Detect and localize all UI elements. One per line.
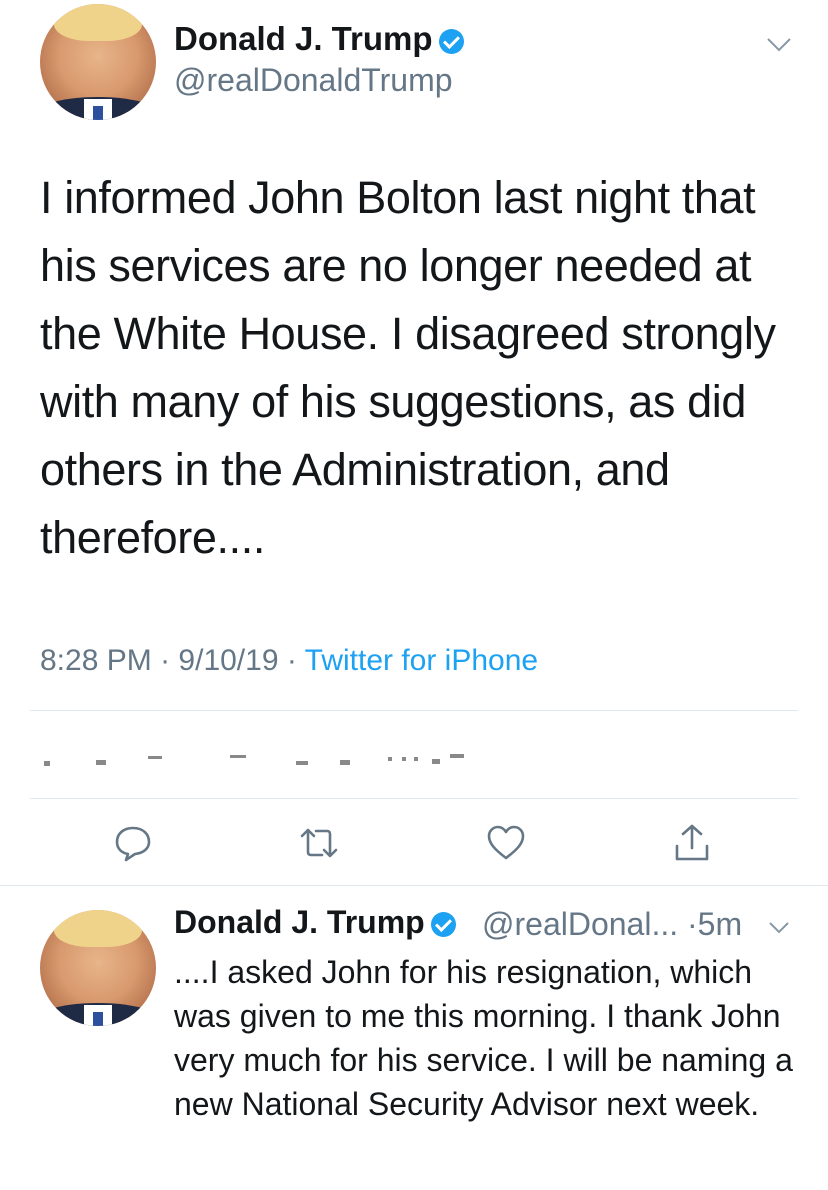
avatar-hair <box>53 910 143 948</box>
reply-age: 5m <box>697 906 743 942</box>
meta-separator: · <box>160 644 171 677</box>
avatar[interactable] <box>40 4 156 120</box>
avatar-hair <box>53 4 143 42</box>
reply-avatar[interactable] <box>40 910 156 1026</box>
reply-display-name-label: Donald J. Trump <box>174 904 425 940</box>
heart-icon[interactable] <box>485 822 527 864</box>
tweet-text: I informed John Bolton last night that h… <box>40 172 776 563</box>
blurred-stats-row <box>44 754 464 766</box>
verified-badge-icon <box>438 28 464 54</box>
divider <box>30 710 798 711</box>
chevron-down-icon[interactable] <box>768 920 790 936</box>
user-handle[interactable]: @realDonaldTrump <box>174 62 453 99</box>
retweet-icon[interactable] <box>298 822 340 864</box>
reply-handle-label: @realDonal... <box>482 906 679 942</box>
reply-handle[interactable]: @realDonal... ·5m <box>482 906 742 943</box>
divider <box>0 885 828 886</box>
meta-separator: · <box>286 644 297 677</box>
tweet-meta: 8:28 PM · 9/10/19 · Twitter for iPhone <box>40 644 538 678</box>
display-name-label: Donald J. Trump <box>174 20 433 57</box>
divider <box>30 798 798 799</box>
avatar-tie <box>93 1012 103 1026</box>
tweet-time: 8:28 PM <box>40 644 152 677</box>
tweet-source-link[interactable]: Twitter for iPhone <box>305 644 538 677</box>
reply-icon[interactable] <box>112 822 154 864</box>
display-name[interactable]: Donald J. Trump <box>174 20 464 58</box>
meta-separator: · <box>687 906 698 942</box>
chevron-down-icon[interactable] <box>766 36 792 54</box>
avatar-tie <box>93 106 103 120</box>
reply-tweet-text: ....I asked John for his resignation, wh… <box>174 954 793 1122</box>
reply-display-name[interactable]: Donald J. Trump <box>174 904 456 941</box>
verified-badge-icon <box>430 912 456 938</box>
tweet-date: 9/10/19 <box>178 644 279 677</box>
share-icon[interactable] <box>671 822 713 864</box>
